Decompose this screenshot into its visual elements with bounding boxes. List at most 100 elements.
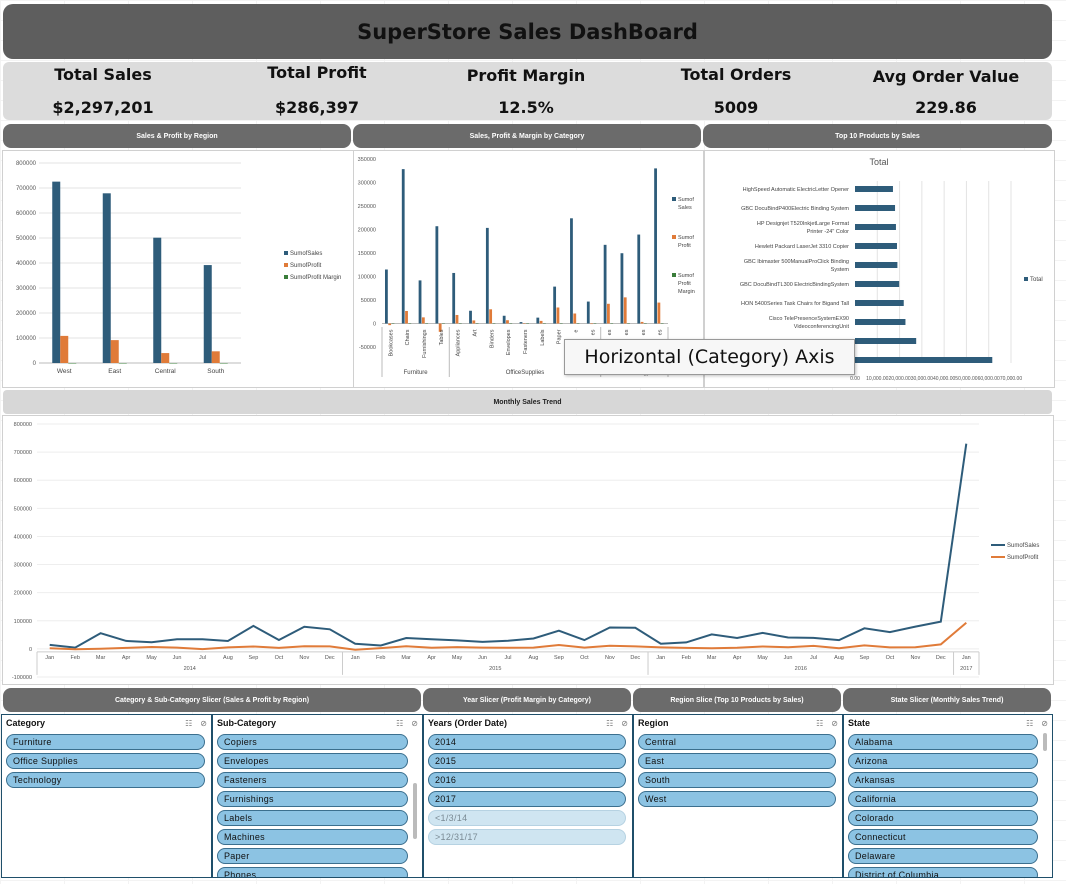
kpi-profit-margin: Profit Margin 12.5% xyxy=(426,62,626,120)
region-chart-svg: 0 100000 200000 300000 400000 500000 600000 700… xyxy=(16,161,341,375)
slicer-item[interactable]: Delaware xyxy=(848,848,1038,864)
slicer-item[interactable]: Colorado xyxy=(848,810,1038,826)
clear-filter-icon[interactable]: ⊘ xyxy=(411,719,418,728)
y-tick-label: 200000 xyxy=(358,228,376,234)
y-tick-label: HON 5400Series Task Chairs for Bigand Ta… xyxy=(741,301,849,307)
slicer-item[interactable]: Envelopes xyxy=(217,753,408,769)
region-chart-title: Sales & Profit by Region xyxy=(136,132,218,140)
slicer-item[interactable]: Arkansas xyxy=(848,772,1038,788)
multi-select-icon[interactable]: ☷ xyxy=(816,719,823,728)
bar xyxy=(855,262,898,268)
x-tick-label: South xyxy=(207,368,224,375)
slicer-item[interactable]: Arizona xyxy=(848,753,1038,769)
x-tick-label: Feb xyxy=(70,655,79,661)
slicer-item[interactable]: 2017 xyxy=(428,791,626,807)
legend-label: Total xyxy=(1030,277,1043,283)
slicer-item[interactable]: California xyxy=(848,791,1038,807)
y-tick-label: 0 xyxy=(33,361,37,367)
bar xyxy=(153,237,162,363)
slicer-item[interactable]: Central xyxy=(638,734,836,750)
x-tick-label: es xyxy=(590,329,596,335)
bar xyxy=(855,186,893,192)
scrollbar[interactable] xyxy=(1043,733,1047,751)
x-tick-label: Apr xyxy=(122,655,131,661)
x-tick-label: Sep xyxy=(249,655,259,661)
group-label: Furniture xyxy=(404,370,429,376)
year-label: 2017 xyxy=(960,666,972,672)
bar xyxy=(435,226,439,324)
bar xyxy=(52,181,61,363)
clear-filter-icon[interactable]: ⊘ xyxy=(1041,719,1048,728)
x-tick-label: Dec xyxy=(325,655,335,661)
slicer-item[interactable]: District of Columbia xyxy=(848,867,1038,877)
y-tick-label: 400000 xyxy=(16,261,37,267)
clear-filter-icon[interactable]: ⊘ xyxy=(831,719,838,728)
x-tick-label: May xyxy=(146,655,157,661)
slicer-item[interactable]: <1/3/14 xyxy=(428,810,626,826)
bar xyxy=(623,297,627,324)
dashboard-title-bar: SuperStore Sales DashBoard xyxy=(3,4,1052,59)
y-tick-label: VideoconferencingUnit xyxy=(794,324,850,330)
bar xyxy=(586,301,590,324)
bar xyxy=(60,335,69,363)
legend-label: SumofProfit Margin xyxy=(290,275,341,281)
slicer-item[interactable]: Copiers xyxy=(217,734,408,750)
slicer-item[interactable]: 2016 xyxy=(428,772,626,788)
multi-select-icon[interactable]: ☷ xyxy=(185,719,192,728)
monthly-chart[interactable]: -100000 0 100000 200000 300000 400000 500000 60… xyxy=(2,415,1054,685)
slicer-item[interactable]: Fasteners xyxy=(217,772,408,788)
x-tick-label: Feb xyxy=(376,655,385,661)
year-label: 2016 xyxy=(795,666,807,672)
multi-select-icon[interactable]: ☷ xyxy=(396,719,403,728)
y-tick-label: 100000 xyxy=(358,275,376,281)
bar xyxy=(469,310,472,324)
slicer-item[interactable]: Paper xyxy=(217,848,408,864)
scrollbar[interactable] xyxy=(413,783,417,839)
bar xyxy=(452,272,456,324)
legend-label: SumofSales xyxy=(290,251,322,257)
bar xyxy=(405,311,408,324)
slicer-item[interactable]: Furniture xyxy=(6,734,205,750)
y-tick-label: -50000 xyxy=(359,345,376,351)
bar xyxy=(637,234,641,324)
slicer-item[interactable]: Labels xyxy=(217,810,408,826)
slicer-year-header: Year Slicer (Profit Margin by Category) xyxy=(423,688,631,712)
x-tick-label: es xyxy=(641,329,647,335)
slicer-item[interactable]: Phones xyxy=(217,867,408,877)
slicer-title: Sub-Category xyxy=(217,718,277,728)
clear-filter-icon[interactable]: ⊘ xyxy=(200,719,207,728)
multi-select-icon[interactable]: ☷ xyxy=(606,719,613,728)
slicer-item[interactable]: 2014 xyxy=(428,734,626,750)
slicer-item[interactable]: 2015 xyxy=(428,753,626,769)
slicer-item[interactable]: South xyxy=(638,772,836,788)
legend-swatch xyxy=(672,197,676,201)
bar xyxy=(385,269,388,324)
x-tick-label: Sep xyxy=(554,655,564,661)
slicer-item[interactable]: >12/31/17 xyxy=(428,829,626,845)
clear-filter-icon[interactable]: ⊘ xyxy=(621,719,628,728)
legend-swatch xyxy=(1024,277,1028,281)
slicer-year-title: Year Slicer (Profit Margin by Category) xyxy=(463,696,591,704)
legend-label: Profit xyxy=(678,243,691,249)
x-tick-label: Feb xyxy=(681,655,690,661)
x-tick-label: Aug xyxy=(834,655,844,661)
slicer-item[interactable]: Office Supplies xyxy=(6,753,205,769)
y-tick-label: GBC DocuBindP400Electric Binding System xyxy=(741,206,849,212)
x-tick-label: Chairs xyxy=(405,329,411,345)
region-chart[interactable]: 0 100000 200000 300000 400000 500000 600000 700… xyxy=(2,150,354,388)
x-tick-label: West xyxy=(57,368,72,375)
x-tick-label: East xyxy=(108,368,121,375)
multi-select-icon[interactable]: ☷ xyxy=(1026,719,1033,728)
slicer-item[interactable]: Connecticut xyxy=(848,829,1038,845)
slicer-item[interactable]: East xyxy=(638,753,836,769)
slicer-item[interactable]: Machines xyxy=(217,829,408,845)
slicer-item[interactable]: Technology xyxy=(6,772,205,788)
x-tick-label: Paper xyxy=(557,329,563,344)
y-tick-label: 100000 xyxy=(14,619,32,625)
slicer-item[interactable]: Alabama xyxy=(848,734,1038,750)
slicer-item[interactable]: West xyxy=(638,791,836,807)
legend-swatch xyxy=(284,251,288,255)
kpi-value: $286,397 xyxy=(274,98,359,117)
y-tick-label: 300000 xyxy=(358,181,376,187)
slicer-item[interactable]: Furnishings xyxy=(217,791,408,807)
